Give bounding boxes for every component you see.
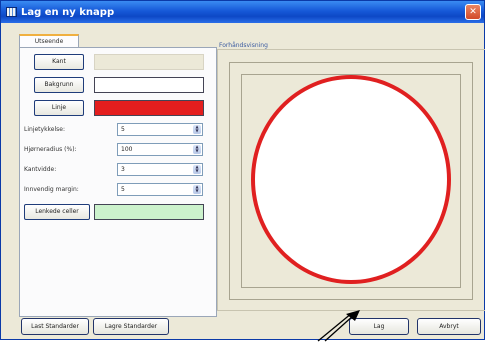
kant-color-swatch[interactable] [94,54,204,70]
kantvidde-label: Kantvidde: [24,166,57,173]
innvendig-margin-label: Innvendig margin: [24,186,79,193]
spin-arrows-icon[interactable]: ▲ ▼ [193,185,201,194]
appearance-panel: Kant Bakgrunn Linje Linjetykkelse: 5 ▲ ▼ … [19,47,217,317]
app-icon [6,7,17,17]
bakgrunn-button[interactable]: Bakgrunn [34,77,84,93]
linjetykkelse-spinner[interactable]: 5 ▲ ▼ [117,123,203,136]
linjetykkelse-value: 5 [121,126,125,133]
lagre-standarder-button[interactable]: Lagre Standarder [93,318,169,335]
hjorneradius-label: Hjørneradius (%): [24,146,77,153]
lenkede-color-swatch[interactable] [94,204,204,220]
lenkede-celler-button[interactable]: Lenkede celler [24,204,90,220]
innvendig-margin-value: 5 [121,186,125,193]
dialog-window: Lag en ny knapp ✕ Utseende Kant Bakgrunn… [0,0,485,340]
title-bar[interactable]: Lag en ny knapp ✕ [1,1,484,23]
avbryt-button[interactable]: Avbryt [417,318,481,335]
hjorneradius-spinner[interactable]: 100 ▲ ▼ [117,143,203,156]
close-icon[interactable]: ✕ [465,4,481,20]
last-standarder-button[interactable]: Last Standarder [21,318,89,335]
kantvidde-spinner[interactable]: 3 ▲ ▼ [117,163,203,176]
dialog-client: Utseende Kant Bakgrunn Linje Linjetykkel… [5,25,485,335]
preview-label: Forhåndsvisning [219,42,268,49]
kantvidde-value: 3 [121,166,125,173]
linje-button[interactable]: Linje [34,100,84,116]
window-title: Lag en ny knapp [21,6,115,18]
preview-button-shape [251,75,451,284]
tab-utseende[interactable]: Utseende [19,34,79,48]
spin-arrows-icon[interactable]: ▲ ▼ [193,125,201,134]
spin-arrows-icon[interactable]: ▲ ▼ [193,145,201,154]
bakgrunn-color-swatch[interactable] [94,77,204,93]
linje-color-swatch[interactable] [94,100,204,116]
linjetykkelse-label: Linjetykkelse: [24,126,66,133]
spin-arrows-icon[interactable]: ▲ ▼ [193,165,201,174]
innvendig-margin-spinner[interactable]: 5 ▲ ▼ [117,183,203,196]
pointer-arrow-icon [317,310,360,342]
kant-button[interactable]: Kant [34,54,84,70]
hjorneradius-value: 100 [121,146,133,153]
